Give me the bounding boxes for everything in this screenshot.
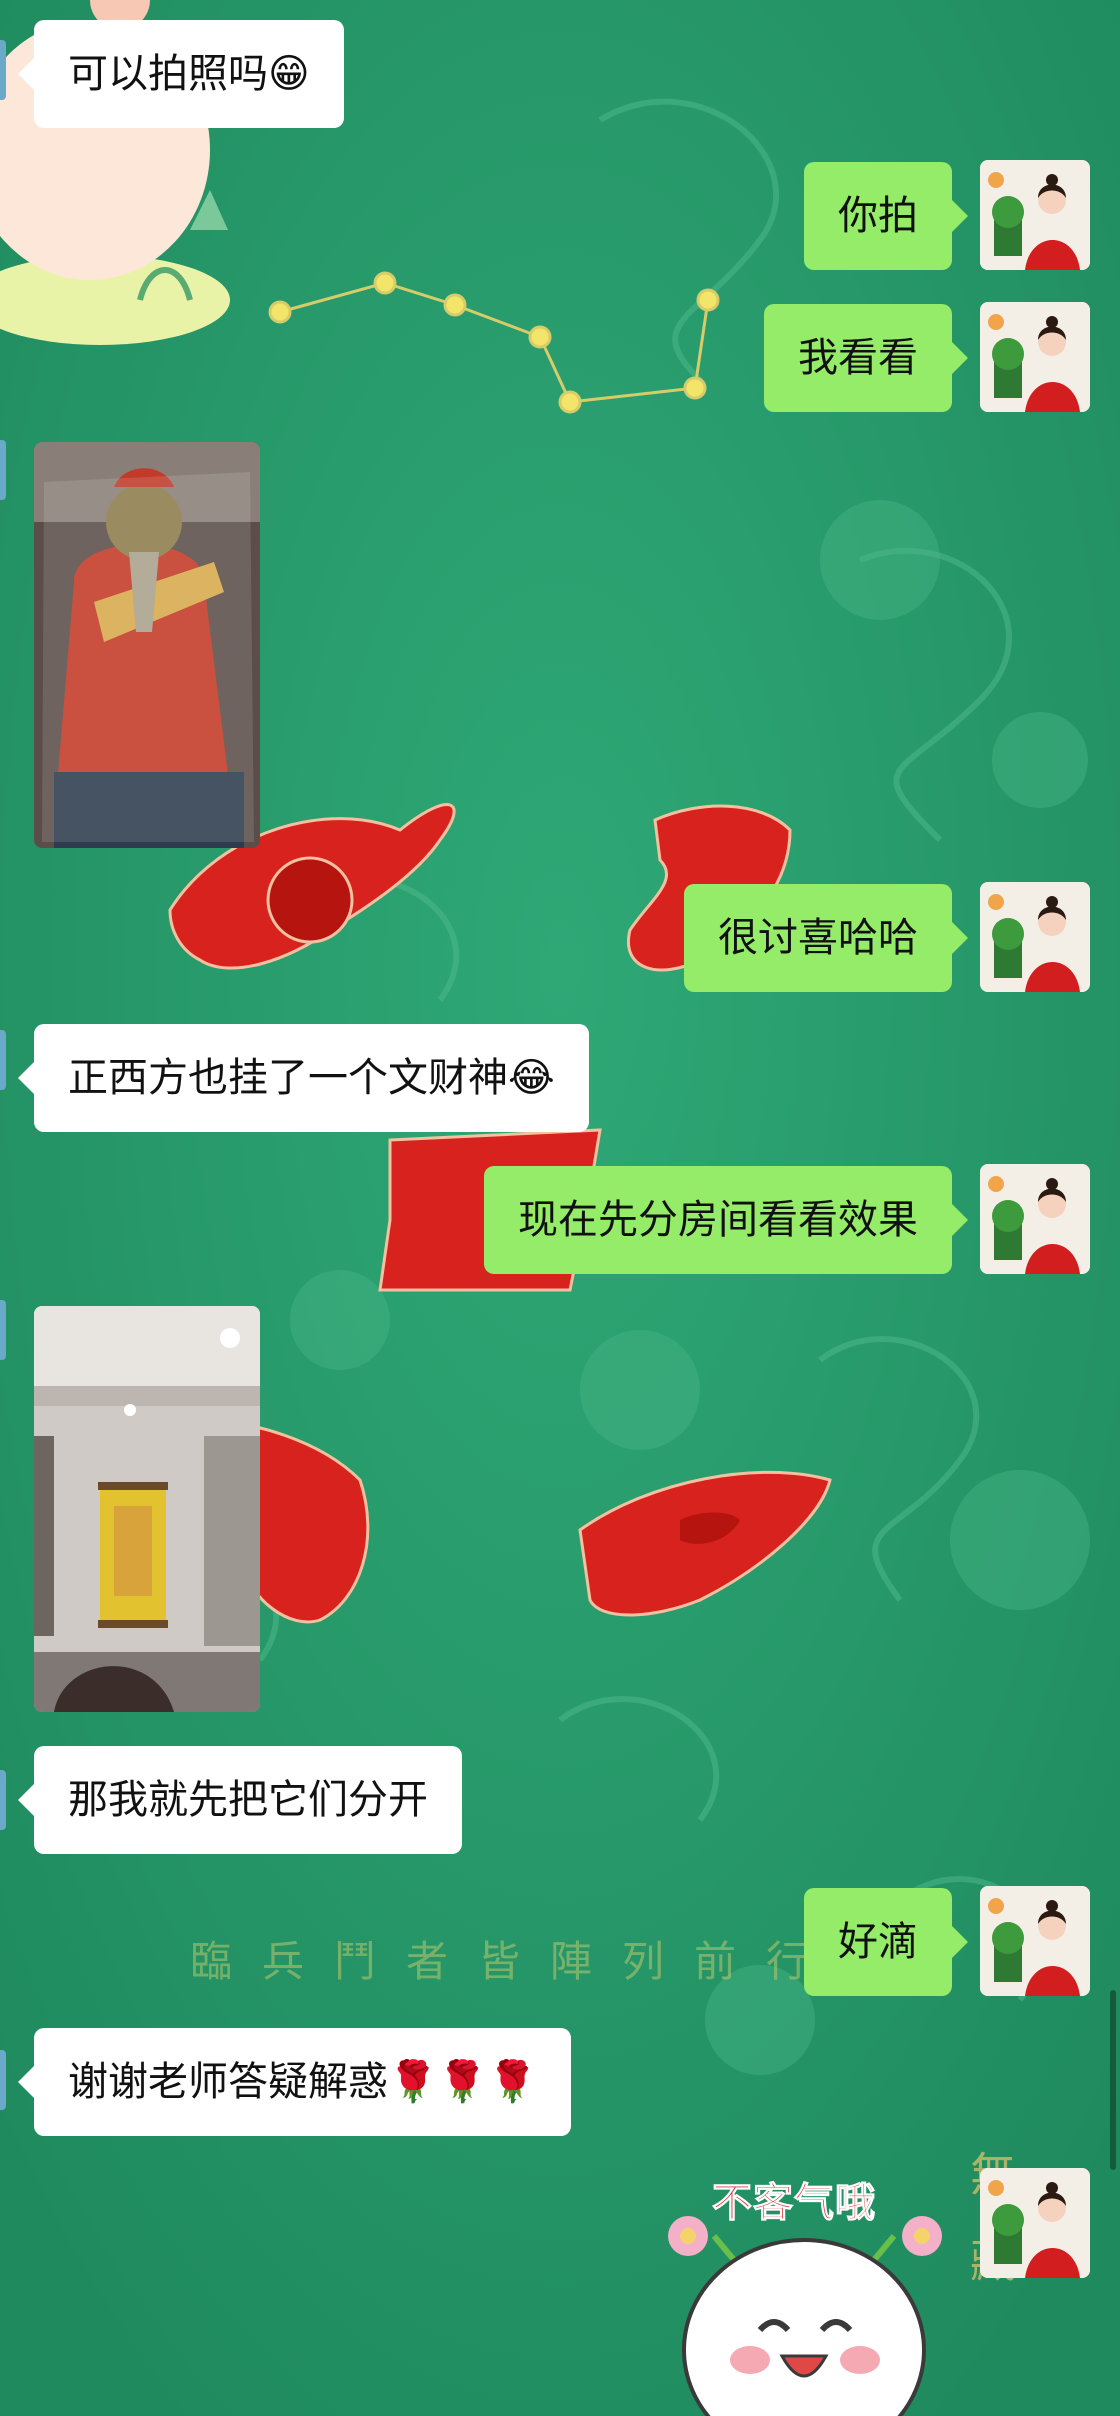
image-message-room[interactable]: [34, 1306, 260, 1712]
message-bubble-outgoing[interactable]: 好滴: [804, 1888, 968, 1996]
message-text: 谢谢老师答疑解惑🌹🌹🌹: [68, 2059, 538, 2105]
statue-photo-icon: [34, 442, 260, 848]
message-bubble-incoming[interactable]: 谢谢老师答疑解惑🌹🌹🌹: [17, 2028, 572, 2136]
message-text: 那我就先把它们分开: [68, 1777, 428, 1823]
my-avatar[interactable]: [980, 302, 1090, 412]
contact-avatar-edge[interactable]: [0, 1030, 6, 1090]
message-text: 很讨喜哈哈: [718, 915, 918, 961]
contact-avatar-edge[interactable]: [0, 40, 6, 100]
message-text: 我看看: [798, 335, 918, 381]
message-bubble-outgoing[interactable]: 你拍: [804, 162, 968, 270]
avatar-woman-icon: [980, 160, 1090, 270]
sticker-caption: 不客气哦: [712, 2180, 876, 2227]
image-message-statue[interactable]: [34, 442, 260, 848]
my-avatar[interactable]: [980, 160, 1090, 270]
message-text: 好滴: [838, 1919, 918, 1965]
chat-scrollbar[interactable]: [1110, 1990, 1116, 2170]
avatar-woman-icon: [980, 2168, 1090, 2278]
message-bubble-outgoing[interactable]: 很讨喜哈哈: [684, 884, 968, 992]
my-avatar[interactable]: [980, 882, 1090, 992]
message-text: 可以拍照吗😁: [68, 51, 310, 97]
message-text: 现在先分房间看看效果: [518, 1197, 918, 1243]
contact-avatar-edge[interactable]: [0, 1770, 6, 1830]
message-bubble-incoming[interactable]: 可以拍照吗😁: [18, 20, 344, 128]
sticker-message[interactable]: 不客气哦: [664, 2160, 964, 2416]
message-text: 正西方也挂了一个文财神😂: [68, 1055, 555, 1101]
message-text: 你拍: [838, 193, 918, 239]
avatar-woman-icon: [980, 1886, 1090, 1996]
contact-avatar-edge[interactable]: [0, 440, 6, 500]
my-avatar[interactable]: [980, 2168, 1090, 2278]
message-bubble-outgoing[interactable]: 现在先分房间看看效果: [484, 1166, 968, 1274]
room-photo-icon: [34, 1306, 260, 1712]
message-bubble-incoming[interactable]: 正西方也挂了一个文财神😂: [18, 1024, 589, 1132]
contact-avatar-edge[interactable]: [0, 1300, 6, 1360]
message-bubble-outgoing[interactable]: 我看看: [764, 304, 968, 412]
contact-avatar-edge[interactable]: [0, 2050, 6, 2110]
svg-text:臨兵鬥者皆陣列前行: 臨兵鬥者皆陣列前行: [190, 1937, 838, 1986]
my-avatar[interactable]: [980, 1886, 1090, 1996]
message-bubble-incoming[interactable]: 那我就先把它们分开: [18, 1746, 462, 1854]
avatar-woman-icon: [980, 1164, 1090, 1274]
avatar-woman-icon: [980, 302, 1090, 412]
my-avatar[interactable]: [980, 1164, 1090, 1274]
avatar-woman-icon: [980, 882, 1090, 992]
